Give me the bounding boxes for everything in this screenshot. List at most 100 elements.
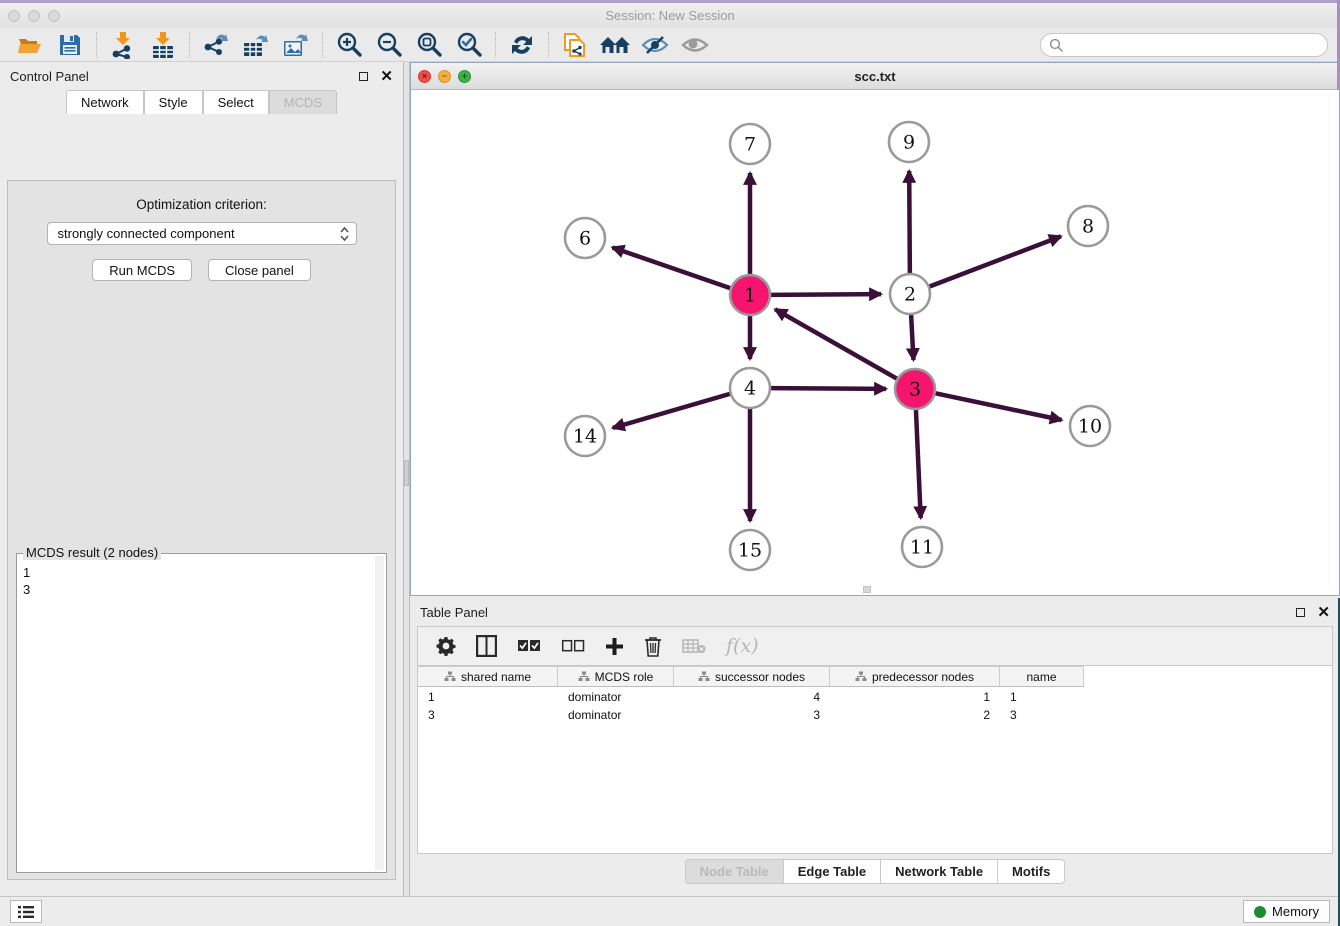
control-tab-mcds[interactable]: MCDS <box>269 90 337 114</box>
search-box[interactable] <box>1040 33 1328 57</box>
network-window-titlebar[interactable]: × − + scc.txt <box>411 63 1339 90</box>
column-sort-icon <box>578 671 590 682</box>
column-header-successor-nodes[interactable]: successor nodes <box>674 666 830 687</box>
edge-1-6[interactable] <box>612 247 730 288</box>
close-table-panel-icon[interactable]: ✕ <box>1317 605 1330 620</box>
edge-2-3[interactable] <box>911 315 913 360</box>
close-panel-icon[interactable]: ✕ <box>380 69 393 84</box>
status-bar: Memory <box>0 896 1340 926</box>
window-title: Session: New Session <box>0 8 1340 23</box>
edge-4-14[interactable] <box>613 394 730 428</box>
node-label-4: 4 <box>744 378 756 400</box>
window-titlebar: Session: New Session <box>0 3 1340 28</box>
float-table-panel-icon[interactable] <box>1296 608 1305 617</box>
open-session-button[interactable] <box>10 30 50 60</box>
memory-button[interactable]: Memory <box>1243 900 1330 923</box>
edge-3-10[interactable] <box>936 393 1062 420</box>
node-label-10: 10 <box>1078 416 1102 438</box>
edge-2-8[interactable] <box>930 236 1061 286</box>
table-row[interactable]: 1dominator411 <box>418 689 1332 705</box>
zoom-selected-button[interactable] <box>449 30 489 60</box>
edge-3-1[interactable] <box>775 309 897 378</box>
table-cell[interactable]: dominator <box>558 689 674 705</box>
refresh-button[interactable] <box>502 30 542 60</box>
table-cell[interactable]: 1 <box>1000 689 1084 705</box>
zoom-in-button[interactable] <box>329 30 369 60</box>
column-header-label: successor nodes <box>715 670 805 684</box>
export-image-button[interactable] <box>276 30 316 60</box>
column-header-name[interactable]: name <box>1000 666 1084 687</box>
node-table[interactable]: shared name MCDS role successor nodes prede… <box>417 666 1333 854</box>
zoom-fit-button[interactable] <box>409 30 449 60</box>
export-table-button[interactable] <box>236 30 276 60</box>
show-all-button[interactable] <box>675 30 715 60</box>
window-resize-grip[interactable] <box>863 586 871 593</box>
edge-3-11[interactable] <box>916 410 921 518</box>
column-view-icon[interactable] <box>476 635 497 657</box>
table-cell[interactable]: 2 <box>830 707 1000 723</box>
edge-4-3[interactable] <box>771 388 886 389</box>
copy-current-style-button[interactable] <box>555 30 595 60</box>
criterion-dropdown[interactable]: strongly connected component <box>47 222 357 245</box>
control-tab-select[interactable]: Select <box>203 90 269 114</box>
float-panel-icon[interactable] <box>359 72 368 81</box>
column-sort-icon <box>855 671 867 682</box>
memory-label: Memory <box>1272 904 1319 919</box>
function-builder-icon[interactable]: f(x) <box>726 635 759 657</box>
network-graph[interactable]: 7968124314101511 <box>411 90 1339 595</box>
result-scrollbar[interactable] <box>375 556 384 870</box>
delete-table-icon[interactable] <box>682 638 706 654</box>
run-mcds-button[interactable]: Run MCDS <box>92 259 192 281</box>
edge-1-2[interactable] <box>771 294 881 295</box>
control-tab-style[interactable]: Style <box>144 90 203 114</box>
table-cell[interactable]: 3 <box>1000 707 1084 723</box>
column-header-shared-name[interactable]: shared name <box>418 666 558 687</box>
network-window-title: scc.txt <box>411 69 1339 84</box>
splitter-grip[interactable] <box>404 460 409 486</box>
tab-network-table[interactable]: Network Table <box>881 859 998 884</box>
column-header-predecessor-nodes[interactable]: predecessor nodes <box>830 666 1000 687</box>
import-table-button[interactable] <box>143 30 183 60</box>
add-column-icon[interactable] <box>605 637 624 656</box>
mcds-tab-content: Optimization criterion: strongly connect… <box>7 180 396 880</box>
deselect-all-columns-icon[interactable] <box>561 639 585 653</box>
edge-2-9[interactable] <box>909 171 910 273</box>
export-network-button[interactable] <box>196 30 236 60</box>
houses-icon <box>599 33 631 57</box>
import-network-button[interactable] <box>103 30 143 60</box>
tab-node-table[interactable]: Node Table <box>685 859 784 884</box>
table-cell[interactable]: 4 <box>674 689 830 705</box>
export-network-icon <box>202 31 230 59</box>
column-header-MCDS-role[interactable]: MCDS role <box>558 666 674 687</box>
optimization-criterion-label: Optimization criterion: <box>8 197 395 212</box>
search-input[interactable] <box>1068 38 1327 53</box>
column-header-label: predecessor nodes <box>872 670 974 684</box>
table-cell[interactable]: 3 <box>674 707 830 723</box>
table-row[interactable]: 3dominator323 <box>418 707 1332 723</box>
node-label-6: 6 <box>579 228 591 250</box>
tab-motifs[interactable]: Motifs <box>998 859 1065 884</box>
column-header-label: MCDS role <box>595 670 654 684</box>
task-history-button[interactable] <box>10 900 42 923</box>
column-sort-icon <box>444 671 456 682</box>
network-canvas[interactable]: 7968124314101511 <box>411 90 1339 595</box>
hide-selected-button[interactable] <box>635 30 675 60</box>
vertical-splitter[interactable] <box>403 62 410 896</box>
control-tab-network[interactable]: Network <box>66 90 144 114</box>
eye-icon <box>680 33 710 57</box>
table-cell[interactable]: 1 <box>418 689 558 705</box>
toolbar-separator <box>322 32 323 58</box>
select-all-columns-icon[interactable] <box>517 639 541 653</box>
table-cell[interactable]: 3 <box>418 707 558 723</box>
close-panel-button[interactable]: Close panel <box>208 259 311 281</box>
table-tabs: Node TableEdge TableNetwork TableMotifs <box>410 859 1340 884</box>
first-neighbors-button[interactable] <box>595 30 635 60</box>
table-cell[interactable]: 1 <box>830 689 1000 705</box>
table-cell[interactable]: dominator <box>558 707 674 723</box>
save-session-button[interactable] <box>50 30 90 60</box>
mcds-result-text[interactable]: 13 <box>23 564 374 870</box>
tab-edge-table[interactable]: Edge Table <box>784 859 881 884</box>
delete-column-icon[interactable] <box>644 636 662 657</box>
gear-icon[interactable] <box>436 636 456 656</box>
zoom-out-button[interactable] <box>369 30 409 60</box>
